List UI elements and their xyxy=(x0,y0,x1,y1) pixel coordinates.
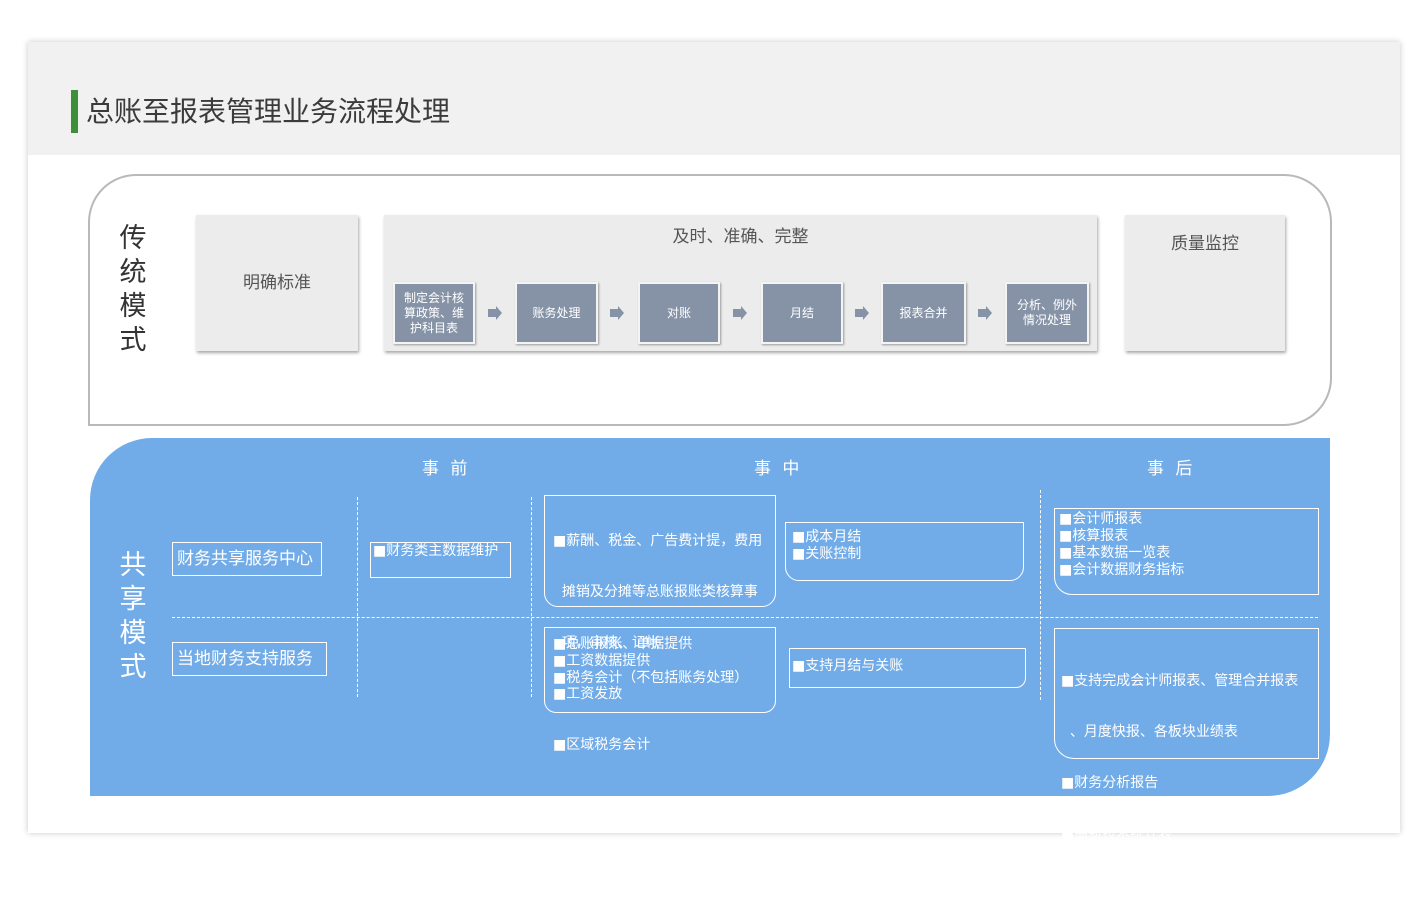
local-support-box: 当地财务支持服务 xyxy=(172,642,327,676)
arrow-right-icon xyxy=(978,306,992,320)
step-reconcile: 对账 xyxy=(638,282,720,344)
quality-box: 质量监控 xyxy=(1125,215,1285,351)
process-header: 及时、准确、完整 xyxy=(672,227,809,247)
r1-mid-box-a: ■薪酬、税金、广告费计提，费用 摊销及分摊等总账报账类核算事 项，审核、记帐 ■… xyxy=(544,495,776,753)
shared-mode-label: 共享 模式 xyxy=(119,550,147,683)
step-consolidation: 报表合并 xyxy=(881,282,966,344)
standard-label: 明确标准 xyxy=(243,273,311,293)
standard-box: 明确标准 xyxy=(196,215,358,351)
r2-mid-box-a: ■总账报账、单据提供 ■工资数据提供 ■税务会计（不包括账务处理） xyxy=(544,627,776,713)
arrow-right-icon xyxy=(610,306,624,320)
page-title: 总账至报表管理业务流程处理 xyxy=(86,95,451,128)
phase-before: 事 前 xyxy=(422,459,471,479)
quality-label: 质量监控 xyxy=(1171,234,1239,254)
arrow-right-icon xyxy=(855,306,869,320)
title-accent-bar xyxy=(71,90,78,133)
r1-post-box: ■会计师报表 ■核算报表 ■基本数据一览表 ■会计数据财务指标 xyxy=(1054,508,1319,595)
step-analysis: 分析、例外 情况处理 xyxy=(1005,282,1089,344)
step-month-close: 月结 xyxy=(761,282,843,344)
phase-during: 事 中 xyxy=(754,459,803,479)
r2-mid-box-b: ■支持月结与关账 xyxy=(789,648,1026,688)
service-center-box: 财务共享服务中心 xyxy=(172,542,322,576)
r1-pre-box: ■财务类主数据维护 xyxy=(370,542,511,578)
r2-post-box: ■支持完成会计师报表、管理合并报表 、月度快报、各板块业绩表 ■财务分析报告 ■… xyxy=(1054,628,1319,893)
r1-mid-box-b: ■成本月结 ■关账控制 xyxy=(785,522,1024,581)
divider-line xyxy=(1040,490,1041,700)
arrow-right-icon xyxy=(733,306,747,320)
phase-after: 事 后 xyxy=(1147,459,1196,479)
traditional-mode-label: 传统 模式 xyxy=(119,223,147,356)
divider-line xyxy=(357,497,358,697)
arrow-right-icon xyxy=(488,306,502,320)
divider-line xyxy=(531,497,532,697)
step-accounting: 账务处理 xyxy=(515,282,598,344)
step-policy: 制定会计核 算政策、维 护科目表 xyxy=(393,282,475,344)
process-box: 及时、准确、完整 xyxy=(384,215,1097,351)
